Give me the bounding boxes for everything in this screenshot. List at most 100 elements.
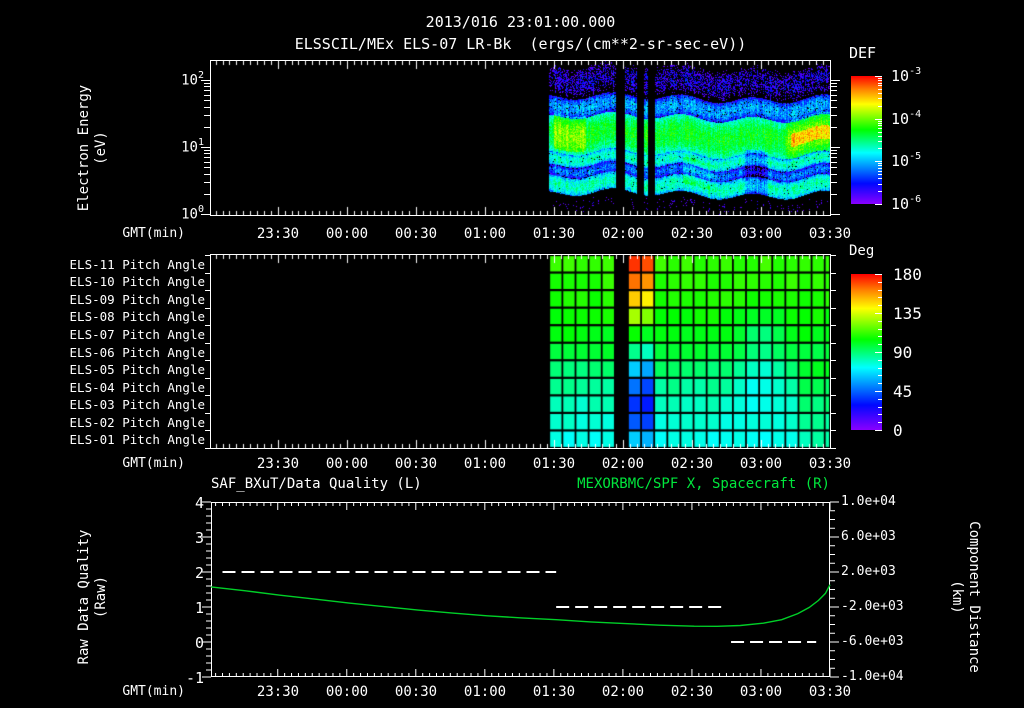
axis-tick — [831, 342, 836, 344]
axis-tick — [204, 115, 210, 117]
panel3-left-axis-label-line1: Raw Data Quality — [76, 529, 92, 665]
pitch-row-label: ELS-03 Pitch Angle — [69, 397, 205, 413]
panel3-left-axis-label: Raw Data Quality (Raw) — [76, 522, 110, 672]
pitch-row-label: ELS-06 Pitch Angle — [69, 344, 205, 360]
pitch-row-label: ELS-07 Pitch Angle — [69, 326, 205, 342]
axis-tick — [204, 182, 210, 184]
axis-tick — [831, 214, 840, 215]
axis-tick — [831, 173, 837, 175]
panel1-y-axis-label-line2: (eV) — [93, 131, 109, 165]
x-tick-label: 23:30 — [256, 456, 300, 472]
panel3-left-tick-label: 1 — [194, 599, 204, 617]
page-title: 2013/016 23:01:00.000 — [425, 13, 616, 31]
axis-tick — [878, 131, 882, 133]
axis-tick — [204, 173, 210, 175]
x-tick-label: 03:00 — [739, 684, 783, 700]
axis-tick — [878, 183, 882, 185]
axis-tick — [878, 305, 882, 307]
axis-tick — [831, 106, 837, 108]
axis-tick — [205, 412, 210, 414]
x-tick-label: 03:00 — [739, 226, 783, 242]
spectrogram-panel — [210, 60, 831, 216]
deg-colorbar-tick-label: 45 — [893, 382, 913, 401]
axis-tick — [878, 289, 882, 291]
axis-tick — [831, 290, 836, 292]
deg-colorbar-tick-label: 0 — [893, 421, 903, 440]
panel3-gmt-label: GMT(min) — [122, 684, 185, 699]
axis-tick — [878, 148, 882, 150]
axis-tick — [878, 92, 882, 94]
x-tick-label: 02:30 — [670, 226, 714, 242]
panel1-y-tick-label: 102 — [181, 70, 204, 89]
panel3-right-tick-label: 2.0e+03 — [841, 564, 896, 579]
axis-tick — [831, 377, 836, 379]
axis-tick — [878, 163, 882, 165]
axis-tick — [878, 98, 882, 100]
axis-tick — [878, 77, 882, 79]
deg-colorbar-tick-label: 135 — [893, 304, 922, 323]
axis-tick — [204, 94, 210, 96]
pitch-row-label: ELS-11 Pitch Angle — [69, 256, 205, 272]
axis-tick — [878, 122, 882, 124]
axis-tick — [831, 150, 837, 152]
axis-tick — [204, 153, 210, 155]
x-tick-label: 01:30 — [532, 226, 576, 242]
axis-tick — [878, 328, 882, 330]
axis-tick — [875, 204, 882, 205]
pitch-row-label: ELS-09 Pitch Angle — [69, 291, 205, 307]
spectrogram-canvas — [211, 61, 830, 215]
axis-tick — [201, 80, 210, 81]
axis-tick — [878, 336, 882, 338]
x-tick-label: 01:00 — [463, 226, 507, 242]
x-tick-label: 01:00 — [463, 684, 507, 700]
axis-tick — [878, 422, 882, 424]
axis-tick — [831, 307, 836, 309]
axis-tick — [831, 167, 837, 169]
panel3-left-tick-label: 4 — [194, 494, 204, 512]
axis-tick — [831, 90, 837, 92]
axis-tick — [831, 80, 840, 81]
axis-tick — [875, 161, 882, 163]
def-colorbar-tick-label: 10-4 — [891, 108, 922, 128]
axis-tick — [201, 214, 210, 215]
pitch-row-label: ELS-04 Pitch Angle — [69, 379, 205, 395]
x-tick-label: 02:00 — [601, 684, 645, 700]
pitch-angle-panel — [210, 254, 831, 449]
x-tick-label: 00:00 — [325, 684, 369, 700]
axis-tick — [878, 167, 882, 169]
axis-tick — [831, 86, 837, 88]
axis-tick — [204, 150, 210, 152]
pitch-row-label: ELS-10 Pitch Angle — [69, 274, 205, 290]
def-colorbar-title: DEF — [849, 44, 877, 62]
x-tick-label: 00:00 — [325, 226, 369, 242]
axis-tick — [831, 272, 836, 274]
axis-tick — [204, 193, 210, 195]
axis-tick — [831, 193, 837, 195]
axis-tick — [875, 313, 882, 314]
axis-tick — [205, 360, 210, 362]
axis-tick — [201, 147, 210, 148]
axis-tick — [204, 83, 210, 85]
panel3-right-axis-label-line2: (km) — [949, 580, 965, 614]
axis-tick — [878, 82, 882, 84]
axis-tick — [831, 161, 837, 163]
axis-tick — [205, 395, 210, 397]
axis-tick — [878, 398, 882, 400]
axis-tick — [878, 297, 882, 299]
panel3-left-tick-label: 2 — [194, 564, 204, 582]
x-tick-label: 03:30 — [808, 456, 852, 472]
axis-tick — [831, 448, 836, 449]
axis-tick — [204, 157, 210, 159]
panel2-gmt-label: GMT(min) — [122, 456, 185, 471]
def-colorbar-tick-label: 10-3 — [891, 66, 922, 85]
axis-tick — [831, 115, 837, 117]
axis-tick — [205, 342, 210, 344]
panel3-right-tick-label: -6.0e+03 — [841, 634, 904, 649]
def-colorbar-tick-label: 10-5 — [891, 151, 922, 171]
x-tick-label: 03:30 — [808, 684, 852, 700]
axis-tick — [205, 290, 210, 292]
x-tick-label: 03:30 — [808, 226, 852, 242]
plot-page: 2013/016 23:01:00.000 ELSSCIL/MEx ELS-07… — [0, 0, 1024, 708]
axis-tick — [831, 94, 837, 96]
axis-tick — [831, 153, 837, 155]
